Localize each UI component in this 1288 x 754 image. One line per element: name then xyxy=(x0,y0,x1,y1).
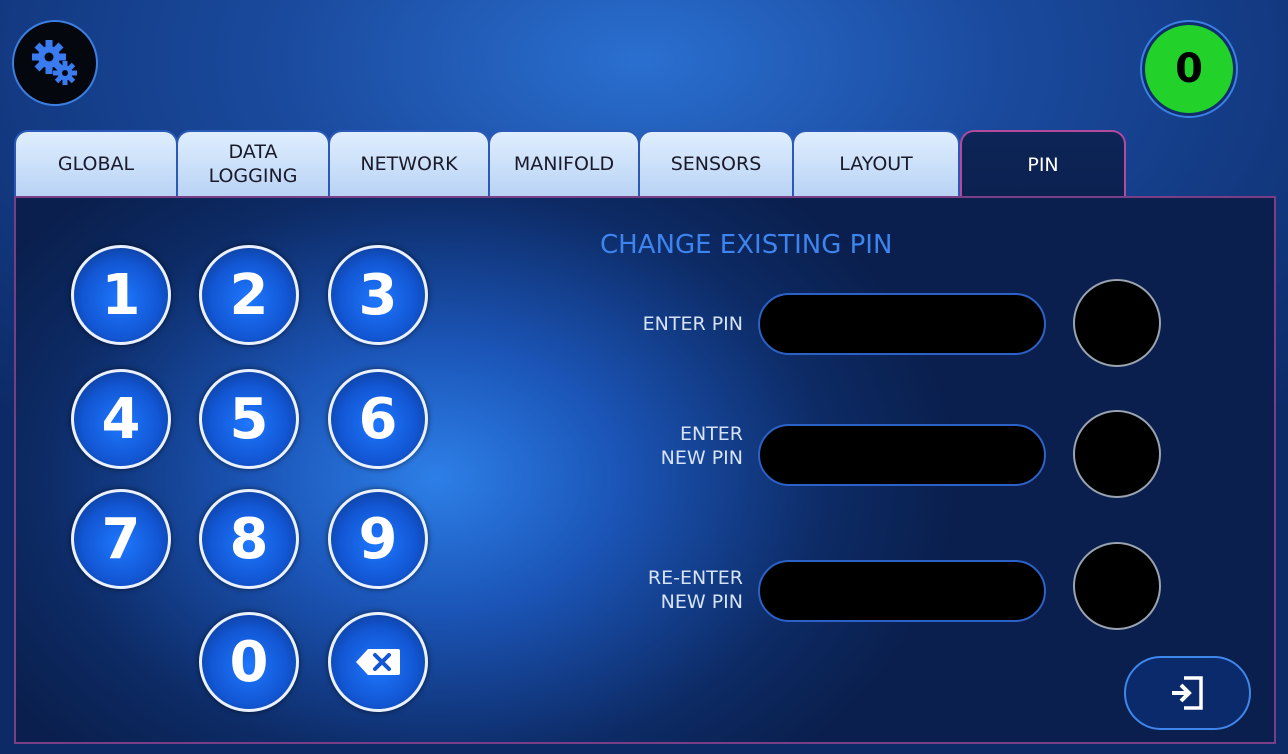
backspace-button[interactable] xyxy=(328,612,428,712)
tab-network[interactable]: NETWORK xyxy=(328,130,490,196)
tab-pin[interactable]: PIN xyxy=(960,130,1126,198)
status-counter: 0 xyxy=(1140,20,1238,118)
settings-button[interactable] xyxy=(12,20,98,106)
key-0[interactable]: 0 xyxy=(199,612,299,712)
counter-value: 0 xyxy=(1145,25,1233,113)
tab-data-logging[interactable]: DATA LOGGING xyxy=(176,130,330,196)
new-pin-field[interactable] xyxy=(758,424,1046,486)
key-1[interactable]: 1 xyxy=(71,245,171,345)
exit-icon xyxy=(1171,676,1203,710)
reenter-pin-indicator xyxy=(1073,542,1161,630)
key-3[interactable]: 3 xyxy=(328,245,428,345)
enter-new-pin-label: ENTER NEW PIN xyxy=(660,423,743,469)
key-4[interactable]: 4 xyxy=(71,369,171,469)
key-9[interactable]: 9 xyxy=(328,489,428,589)
enter-pin-label: ENTER PIN xyxy=(642,313,743,335)
form-heading: CHANGE EXISTING PIN xyxy=(600,230,893,260)
reenter-pin-field[interactable] xyxy=(758,560,1046,622)
reenter-pin-label: RE-ENTER NEW PIN xyxy=(647,567,743,613)
enter-pin-field[interactable] xyxy=(758,293,1046,355)
enter-pin-indicator xyxy=(1073,279,1161,367)
tab-sensors[interactable]: SENSORS xyxy=(638,130,794,196)
key-7[interactable]: 7 xyxy=(71,489,171,589)
key-5[interactable]: 5 xyxy=(199,369,299,469)
key-8[interactable]: 8 xyxy=(199,489,299,589)
exit-button[interactable] xyxy=(1124,656,1251,730)
tab-global[interactable]: GLOBAL xyxy=(14,130,178,196)
tab-layout[interactable]: LAYOUT xyxy=(792,130,960,196)
new-pin-indicator xyxy=(1073,410,1161,498)
key-6[interactable]: 6 xyxy=(328,369,428,469)
tab-manifold[interactable]: MANIFOLD xyxy=(488,130,640,196)
backspace-icon xyxy=(356,649,400,675)
key-2[interactable]: 2 xyxy=(199,245,299,345)
gears-icon xyxy=(32,40,77,85)
